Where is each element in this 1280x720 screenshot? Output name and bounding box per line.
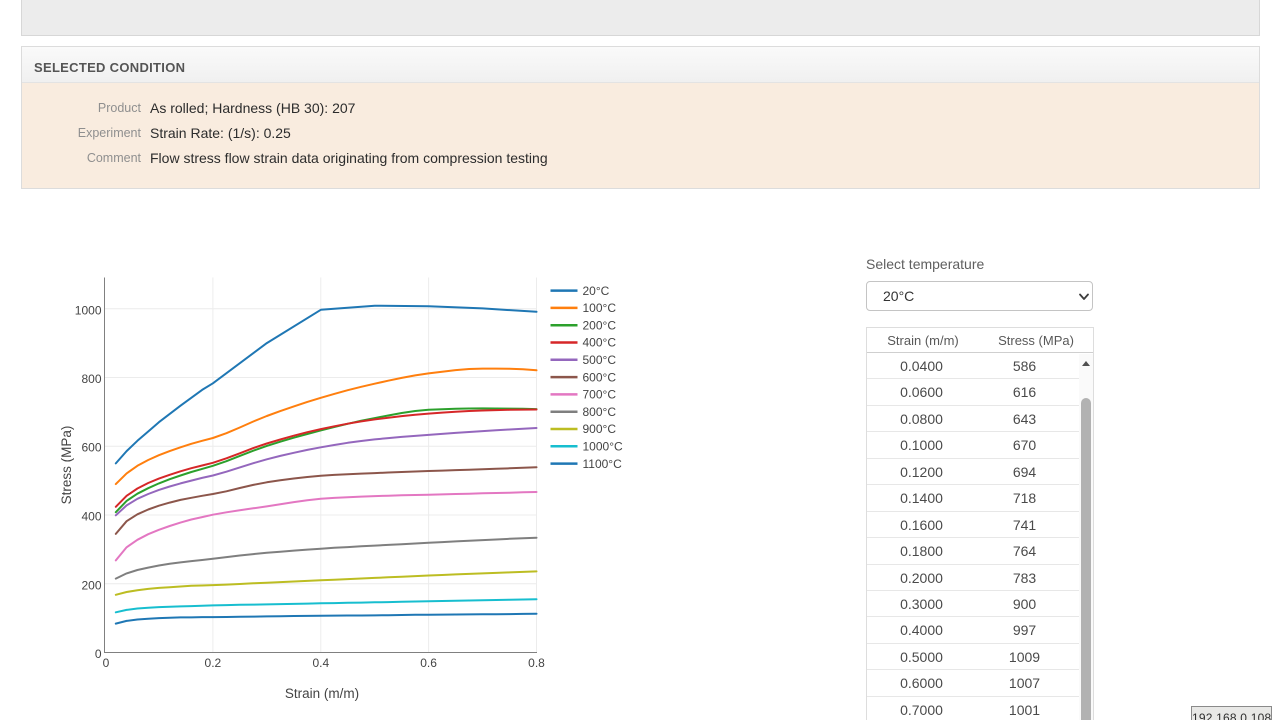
svg-text:0.2: 0.2 (205, 656, 222, 670)
svg-text:600: 600 (81, 441, 101, 455)
svg-text:1000°C: 1000°C (583, 440, 623, 454)
svg-text:200: 200 (81, 578, 101, 592)
svg-text:500°C: 500°C (583, 353, 617, 367)
svg-text:900°C: 900°C (583, 422, 617, 436)
svg-text:Strain (m/m): Strain (m/m) (285, 686, 359, 701)
svg-text:200°C: 200°C (583, 318, 617, 332)
svg-text:700°C: 700°C (583, 388, 617, 402)
svg-text:400°C: 400°C (583, 336, 617, 350)
svg-text:0.6: 0.6 (420, 656, 437, 670)
svg-text:Stress (MPa): Stress (MPa) (59, 426, 74, 505)
svg-text:1100°C: 1100°C (583, 457, 623, 471)
svg-text:0.8: 0.8 (528, 656, 545, 670)
svg-text:800: 800 (81, 372, 101, 386)
svg-text:0: 0 (95, 647, 102, 661)
svg-text:400: 400 (81, 510, 101, 524)
svg-text:0.4: 0.4 (312, 656, 329, 670)
svg-text:0: 0 (103, 656, 110, 670)
svg-text:600°C: 600°C (583, 370, 617, 384)
svg-text:20°C: 20°C (583, 284, 610, 298)
svg-text:100°C: 100°C (583, 301, 617, 315)
svg-text:800°C: 800°C (583, 405, 617, 419)
svg-text:1000: 1000 (75, 303, 102, 317)
